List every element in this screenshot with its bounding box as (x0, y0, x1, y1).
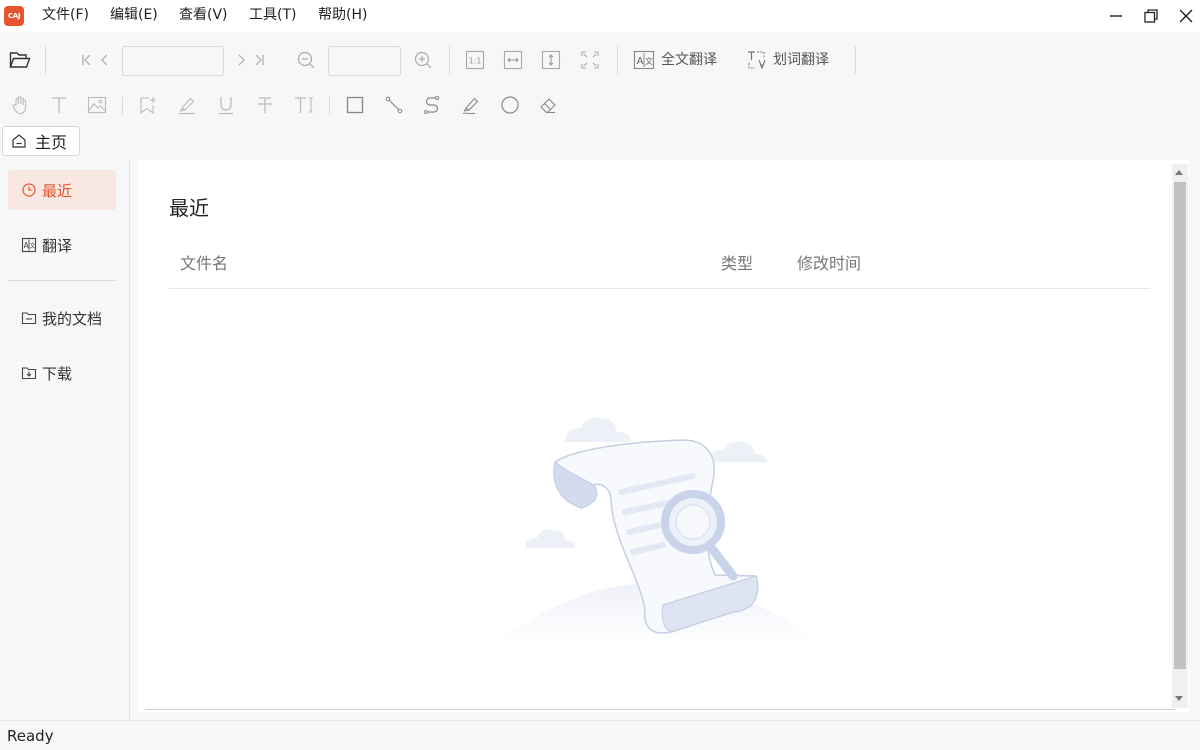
tab-home[interactable]: 主页 (2, 126, 80, 156)
svg-text:文: 文 (645, 56, 653, 66)
minimize-icon (1110, 15, 1122, 17)
full-translate-icon[interactable]: A文 (632, 49, 656, 71)
toolbar-divider (329, 97, 330, 115)
actual-size-icon[interactable]: 1:1 (464, 49, 486, 71)
ellipse-tool-icon[interactable] (499, 94, 521, 116)
minimize-button[interactable] (1102, 4, 1130, 28)
menu-tools[interactable]: 工具(T) (249, 5, 296, 25)
scroll-down-arrow-icon[interactable] (1175, 696, 1183, 701)
scroll-up-arrow-icon[interactable] (1175, 170, 1183, 175)
vertical-scrollbar[interactable] (1172, 164, 1188, 708)
toolbar-divider (617, 46, 618, 74)
eraser-tool-icon[interactable] (537, 94, 559, 116)
toolbar-divider (45, 46, 46, 74)
highlighter-icon[interactable] (176, 94, 198, 116)
column-header-type[interactable]: 类型 (721, 250, 753, 274)
previous-page-icon[interactable] (96, 50, 114, 70)
first-page-icon[interactable] (78, 50, 96, 70)
scrollbar-thumb[interactable] (1174, 182, 1186, 669)
sidebar-item-translate[interactable]: A文 翻译 (8, 225, 116, 265)
text-tool-icon[interactable] (48, 94, 70, 116)
restore-button[interactable] (1137, 4, 1165, 28)
status-bar: Ready (0, 720, 1200, 750)
folder-icon (21, 312, 37, 325)
menu-edit[interactable]: 编辑(E) (110, 5, 158, 25)
clock-icon (22, 183, 36, 197)
home-icon (12, 134, 26, 148)
svg-text:文: 文 (29, 242, 35, 250)
full-translate-button[interactable]: 全文翻译 (661, 50, 717, 70)
zoom-input[interactable] (328, 46, 401, 76)
tab-home-label: 主页 (35, 133, 68, 152)
page-number-input[interactable] (122, 46, 224, 76)
word-translate-button[interactable]: 划词翻译 (773, 50, 829, 70)
underline-icon[interactable] (215, 94, 237, 116)
curve-tool-icon[interactable] (421, 94, 443, 116)
last-page-icon[interactable] (250, 50, 268, 70)
sidebar-item-label: 我的文档 (42, 309, 103, 328)
word-translate-icon[interactable] (745, 49, 769, 71)
page-title: 最近 (169, 196, 209, 220)
sidebar-item-label: 最近 (42, 181, 73, 200)
zoom-in-icon[interactable] (412, 49, 434, 71)
translate-icon: A文 (21, 237, 37, 253)
zoom-out-icon[interactable] (295, 49, 317, 71)
annotation-toolbar (0, 88, 1200, 124)
title-bar: CAJ 文件(F) 编辑(E) 查看(V) 工具(T) 帮助(H) (0, 0, 1200, 32)
hand-tool-icon[interactable] (9, 94, 31, 116)
menu-file[interactable]: 文件(F) (42, 5, 89, 25)
sidebar-item-my-documents[interactable]: 我的文档 (8, 298, 116, 338)
image-tool-icon[interactable] (86, 94, 108, 116)
svg-text:1:1: 1:1 (469, 57, 482, 66)
sidebar-item-label: 下载 (42, 364, 73, 383)
empty-state-illustration (493, 417, 823, 645)
restore-icon (1144, 9, 1158, 23)
main-toolbar: 1:1 A文 全文翻译 划词翻译 (0, 32, 1200, 88)
fit-height-icon[interactable] (540, 49, 562, 71)
open-folder-icon[interactable] (8, 48, 32, 72)
toolbar-divider (449, 46, 450, 74)
recent-files-panel: 最近 文件名 类型 修改时间 (137, 160, 1189, 712)
svg-text:A: A (637, 56, 644, 67)
fit-width-icon[interactable] (502, 49, 524, 71)
sidebar-divider (8, 280, 116, 281)
rectangle-tool-icon[interactable] (344, 94, 366, 116)
close-button[interactable] (1172, 4, 1200, 28)
status-text: Ready (7, 727, 54, 745)
toolbar-divider (855, 46, 856, 74)
menu-view[interactable]: 查看(V) (179, 5, 228, 25)
menu-help[interactable]: 帮助(H) (318, 5, 367, 25)
sidebar: 最近 A文 翻译 我的文档 下载 (0, 160, 130, 720)
app-logo: CAJ (4, 6, 24, 26)
next-page-icon[interactable] (232, 50, 250, 70)
toolbar-divider (122, 97, 123, 115)
pen-tool-icon[interactable] (460, 94, 482, 116)
download-icon (21, 367, 37, 380)
text-box-icon[interactable] (292, 94, 316, 116)
column-header-filename[interactable]: 文件名 (180, 250, 228, 274)
sidebar-item-downloads[interactable]: 下载 (8, 353, 116, 393)
close-icon (1179, 9, 1193, 23)
bookmark-add-icon[interactable] (137, 94, 159, 116)
sidebar-item-recent[interactable]: 最近 (8, 170, 116, 210)
sidebar-item-label: 翻译 (42, 236, 73, 255)
fullscreen-icon[interactable] (579, 49, 601, 71)
line-tool-icon[interactable] (383, 94, 405, 116)
table-header-divider (169, 288, 1150, 289)
strikethrough-icon[interactable] (254, 94, 276, 116)
content-bottom-divider (145, 709, 1175, 710)
column-header-modified[interactable]: 修改时间 (797, 250, 861, 274)
